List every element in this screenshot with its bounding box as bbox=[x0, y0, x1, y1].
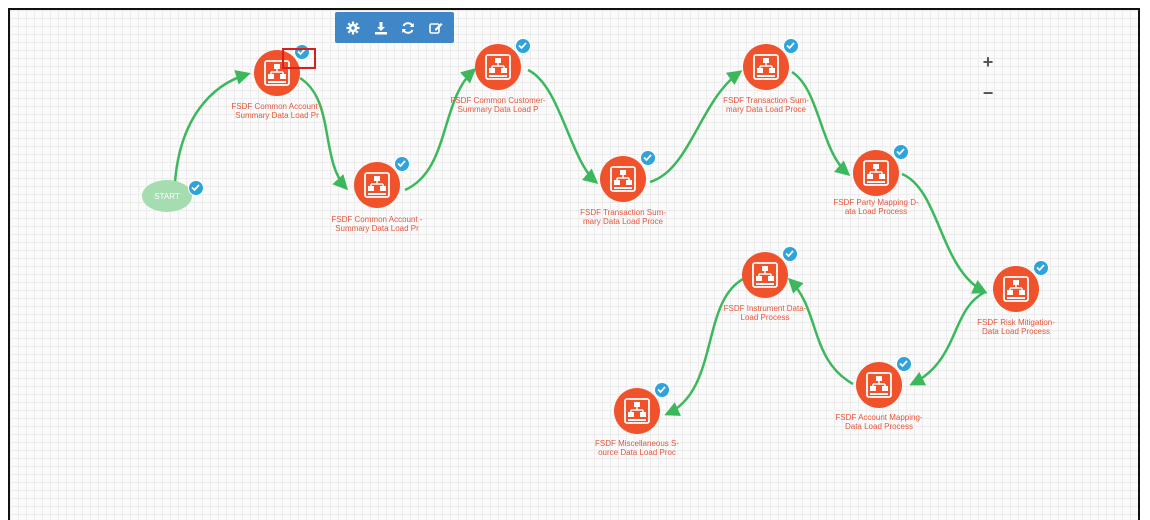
check-icon bbox=[783, 38, 799, 54]
check-icon bbox=[654, 382, 670, 398]
edge-3-to-4 bbox=[527, 68, 599, 184]
refresh-button[interactable] bbox=[397, 17, 419, 39]
settings-button[interactable] bbox=[342, 17, 364, 39]
gear-icon bbox=[346, 21, 360, 34]
workflow-edges bbox=[173, 68, 988, 416]
edit-button[interactable] bbox=[425, 17, 447, 39]
node-label: FSDF Party Mapping D- ata Load Process bbox=[833, 198, 919, 216]
workflow-node[interactable] bbox=[475, 38, 531, 90]
process-icon bbox=[866, 372, 892, 398]
edge-start-to-1 bbox=[173, 70, 251, 183]
check-icon bbox=[1033, 260, 1049, 276]
download-icon bbox=[374, 21, 387, 34]
selection-highlight bbox=[282, 48, 316, 69]
edge-5-to-6 bbox=[791, 70, 851, 176]
check-icon bbox=[782, 246, 798, 262]
node-label: FSDF Account Mapping- Data Load Process bbox=[835, 413, 923, 431]
node-label: FSDF Risk Mitigation- Data Load Process bbox=[977, 318, 1055, 336]
edge-4-to-5 bbox=[649, 70, 743, 184]
process-icon bbox=[752, 262, 778, 288]
edge-2-to-3 bbox=[404, 68, 477, 192]
process-icon bbox=[610, 166, 636, 192]
start-label: START bbox=[154, 191, 180, 201]
workflow-node[interactable] bbox=[354, 156, 410, 208]
workflow-canvas[interactable]: + − START FSDF Common Account - Summary … bbox=[8, 8, 1140, 520]
process-icon bbox=[1003, 276, 1029, 302]
check-icon bbox=[640, 150, 656, 166]
edit-icon bbox=[429, 22, 443, 34]
workflow-node[interactable] bbox=[993, 260, 1049, 312]
workflow-toolbar bbox=[335, 12, 454, 43]
node-label: FSDF Common Account - Summary Data Load … bbox=[331, 215, 423, 233]
check-icon bbox=[394, 156, 410, 172]
refresh-icon bbox=[402, 21, 415, 34]
node-label: FSDF Common Account - Summary Data Load … bbox=[231, 102, 323, 120]
process-icon bbox=[364, 172, 390, 198]
zoom-out-button[interactable]: − bbox=[978, 83, 998, 103]
edge-8-to-9 bbox=[787, 277, 854, 386]
node-label: FSDF Instrument Data- Load Process bbox=[723, 304, 807, 322]
check-icon bbox=[515, 38, 531, 54]
node-label: FSDF Miscellaneous S- ource Data Load Pr… bbox=[594, 439, 680, 457]
check-icon bbox=[896, 356, 912, 372]
workflow-node[interactable] bbox=[600, 150, 656, 202]
process-icon bbox=[624, 398, 650, 424]
workflow-node[interactable] bbox=[743, 38, 799, 90]
edge-1-to-2 bbox=[299, 76, 349, 191]
node-label: FSDF Transaction Sum- mary Data Load Pro… bbox=[723, 96, 809, 114]
workflow-node[interactable] bbox=[742, 246, 798, 298]
edge-9-to-10 bbox=[664, 276, 746, 416]
workflow-node[interactable] bbox=[614, 382, 670, 434]
check-icon bbox=[188, 180, 204, 196]
check-icon bbox=[893, 144, 909, 160]
edge-6-to-7 bbox=[901, 172, 988, 294]
process-icon bbox=[485, 54, 511, 80]
workflow-node[interactable] bbox=[853, 144, 909, 196]
start-node[interactable]: START bbox=[142, 180, 204, 212]
zoom-in-button[interactable]: + bbox=[978, 52, 998, 72]
node-label: FSDF Transaction Sum- mary Data Load Pro… bbox=[580, 208, 666, 226]
workflow-node[interactable] bbox=[856, 356, 912, 408]
edge-7-to-8 bbox=[909, 290, 986, 386]
process-icon bbox=[863, 160, 889, 186]
process-icon bbox=[753, 54, 779, 80]
node-label: FSDF Common Customer- Summary Data Load … bbox=[450, 96, 546, 114]
download-button[interactable] bbox=[370, 17, 392, 39]
